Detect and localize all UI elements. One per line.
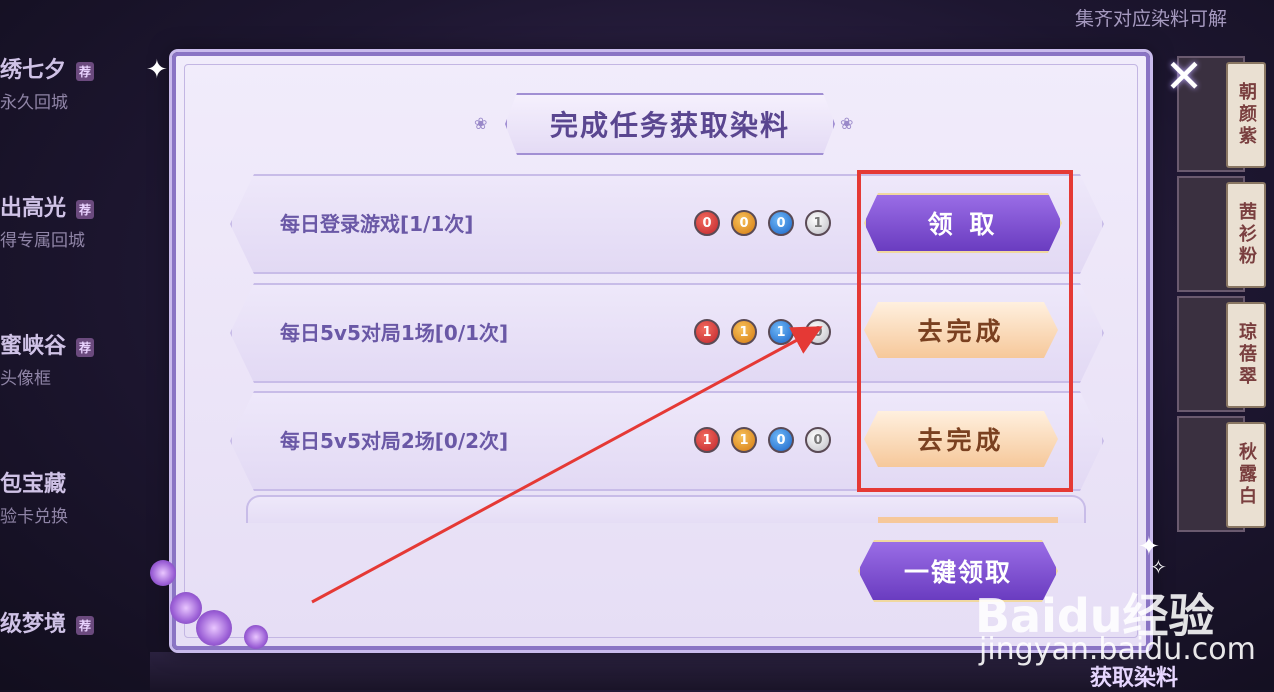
left-menu-subtitle: 验卡兑换: [0, 507, 68, 527]
left-menu-title: 蜜峡谷荐: [0, 328, 150, 360]
modal-title: 完成任务获取染料: [549, 109, 790, 142]
dye-tag: 琼蓓翠: [1226, 302, 1266, 408]
morning-glory-flower-icon: [150, 560, 176, 586]
white-dye-coin-icon: 1: [805, 210, 831, 236]
red-dye-coin-icon: 1: [694, 427, 720, 453]
left-menu-item[interactable]: 出高光荐 得专属回城: [0, 190, 150, 251]
task-label: 每日登录游戏[1/1次]: [280, 212, 474, 236]
dye-tag: 朝颜紫: [1226, 62, 1266, 168]
baidu-watermark: Baidu经验 jingyan.baidu.com: [975, 560, 1265, 690]
modal-title-plate: 完成任务获取染料: [505, 93, 835, 155]
watermark-url: jingyan.baidu.com: [979, 632, 1256, 667]
task-label: 每日5v5对局2场[0/2次]: [280, 429, 509, 453]
left-menu-subtitle: 头像框: [0, 369, 51, 389]
blue-dye-coin-icon: 0: [768, 210, 794, 236]
orange-dye-coin-icon: 1: [731, 319, 757, 345]
left-menu-title: 出高光荐: [0, 190, 150, 222]
left-menu-item[interactable]: 绣七夕荐 永久回城: [0, 52, 150, 113]
title-ornament-right-icon: ❀: [840, 114, 854, 133]
morning-glory-flower-icon: [244, 625, 268, 649]
left-menu-item[interactable]: 级梦境荐: [0, 606, 150, 638]
dye-tag: 茜衫粉: [1226, 182, 1266, 288]
sparkle-icon: ✦: [146, 55, 168, 85]
left-menu-item[interactable]: 蜜峡谷荐 头像框: [0, 328, 150, 389]
left-menu-subtitle: 永久回城: [0, 93, 68, 113]
left-menu-title: 包宝藏: [0, 472, 67, 497]
left-menu-item[interactable]: 包宝藏 验卡兑换: [0, 466, 150, 527]
collect-hint-text: 集齐对应染料可解: [1075, 8, 1228, 30]
go-complete-button[interactable]: 去完成: [864, 302, 1058, 358]
orange-dye-coin-icon: 0: [731, 210, 757, 236]
blue-dye-coin-icon: 0: [768, 427, 794, 453]
recommend-badge: 荐: [76, 337, 95, 357]
left-menu-subtitle: 得专属回城: [0, 231, 85, 251]
left-menu-title: 级梦境荐: [0, 606, 150, 638]
recommend-badge: 荐: [76, 61, 95, 81]
recommend-badge: 荐: [76, 199, 95, 219]
go-complete-button[interactable]: 去完成: [864, 411, 1058, 467]
recommend-badge: 荐: [76, 615, 95, 635]
title-ornament-left-icon: ❀: [474, 114, 488, 133]
blue-dye-coin-icon: 1: [768, 319, 794, 345]
task-button-partial[interactable]: [878, 517, 1058, 523]
orange-dye-coin-icon: 1: [731, 427, 757, 453]
claim-button[interactable]: 领 取: [864, 193, 1062, 253]
red-dye-coin-icon: 0: [694, 210, 720, 236]
left-menu-title: 绣七夕荐: [0, 52, 150, 84]
red-dye-coin-icon: 1: [694, 319, 720, 345]
close-icon[interactable]: ✕: [1162, 53, 1206, 99]
task-label: 每日5v5对局1场[0/1次]: [280, 321, 509, 345]
white-dye-coin-icon: 0: [805, 319, 831, 345]
dye-tag: 秋露白: [1226, 422, 1266, 528]
white-dye-coin-icon: 0: [805, 427, 831, 453]
morning-glory-flower-icon: [196, 610, 232, 646]
